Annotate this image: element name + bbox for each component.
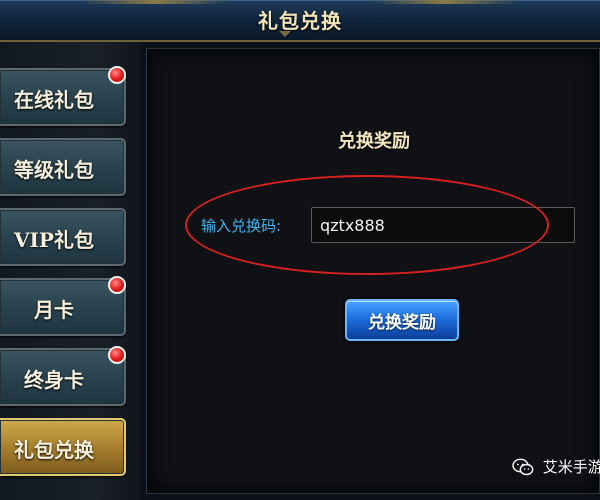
tab-label: 终身卡: [24, 368, 84, 392]
tab-monthly-card[interactable]: 月卡: [0, 276, 126, 336]
tab-vip-gift[interactable]: VIP礼包: [0, 208, 126, 266]
tab-label: 礼包兑换: [14, 438, 94, 462]
window-title: 礼包兑换: [258, 9, 342, 33]
redeem-code-input[interactable]: [311, 207, 575, 243]
tab-label: VIP礼包: [14, 228, 94, 252]
title-notch: [279, 31, 291, 37]
tab-online-gift[interactable]: 在线礼包: [0, 66, 126, 126]
tab-lifetime-card[interactable]: 终身卡: [0, 346, 126, 406]
watermark: 艾米手游: [512, 456, 600, 482]
tab-gift-redeem[interactable]: 礼包兑换: [0, 418, 126, 476]
game-screen: 礼包兑换 在线礼包 等级礼包 VIP礼包 月卡 终身卡 礼包兑换 兑换奖励 输入…: [0, 0, 600, 500]
sidebar: 在线礼包 等级礼包 VIP礼包 月卡 终身卡 礼包兑换: [0, 42, 140, 500]
tab-label: 等级礼包: [14, 158, 94, 182]
code-label: 输入兑换码:: [201, 217, 282, 235]
title-ornament-right: [370, 0, 520, 4]
title-ornament-left: [80, 0, 230, 4]
title-bar: 礼包兑换: [0, 0, 600, 42]
notification-badge: [108, 66, 126, 84]
tab-label: 月卡: [34, 298, 74, 322]
redeem-button[interactable]: 兑换奖励: [345, 299, 459, 341]
notification-badge: [108, 346, 126, 364]
tab-level-gift[interactable]: 等级礼包: [0, 138, 126, 196]
watermark-text: 艾米手游: [542, 458, 600, 476]
redeem-panel: 兑换奖励 输入兑换码: 兑换奖励: [146, 48, 600, 494]
wechat-icon: [512, 458, 534, 475]
notification-badge: [108, 276, 126, 294]
tab-label: 在线礼包: [14, 88, 94, 112]
section-heading: 兑换奖励: [338, 131, 410, 152]
